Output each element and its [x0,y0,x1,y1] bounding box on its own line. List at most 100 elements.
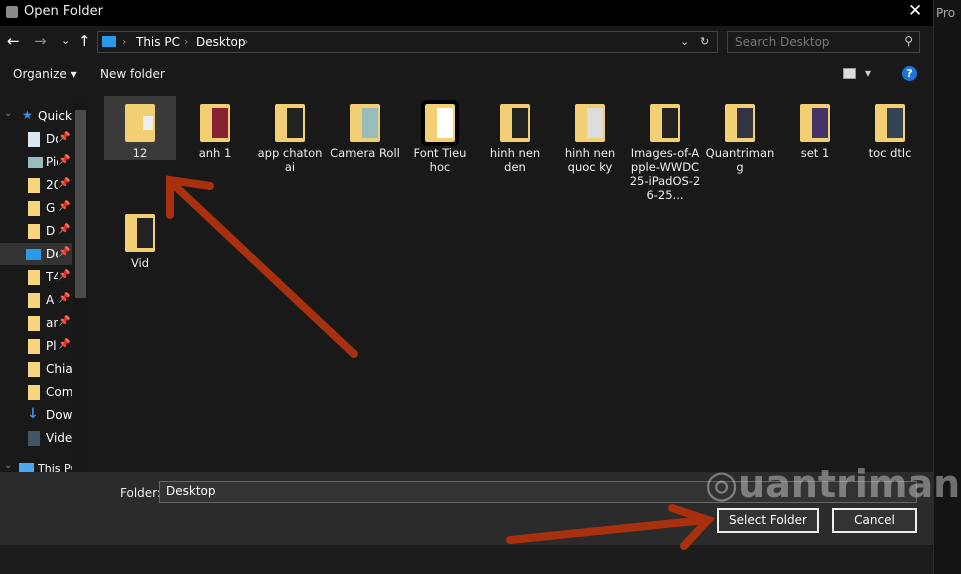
pin-icon: 📌 [58,316,71,327]
sidebar-scrollbar-thumb[interactable] [75,110,86,298]
folder-item[interactable]: app chaton ai [254,96,326,174]
pin-icon: 📌 [58,293,71,304]
sidebar-item-label: Chia [46,362,72,376]
sidebar-item-documents[interactable]: Documents📌 [0,128,72,150]
folder-name: Quantrimang [705,146,775,174]
folder-icon [421,100,459,146]
app-icon [6,6,18,18]
folder-name: app chaton ai [257,146,323,174]
back-button[interactable]: ← [7,32,20,50]
pin-icon: 📌 [58,247,71,258]
folder-item[interactable]: set 1 [779,96,851,160]
folder-name: 12 [132,146,148,160]
title-bar: Open Folder ✕ [0,0,933,26]
select-folder-button[interactable]: Select Folder [717,508,819,533]
up-button[interactable]: ↑ [78,32,91,50]
folder-item[interactable]: 12 [104,96,176,160]
sidebar-item-folder[interactable]: T4 📌 [0,266,72,288]
folder-icon [28,224,40,239]
search-placeholder: Search Desktop [735,35,830,49]
folder-icon [28,270,40,285]
view-options-icon[interactable] [843,68,856,79]
sidebar-item-folder[interactable]: Com [0,381,72,403]
sidebar-item-folder[interactable]: D 📌 [0,220,72,242]
organize-menu[interactable]: Organize ▾ [13,67,77,81]
address-bar[interactable]: › This PC › Desktop › ⌄ ↻ [97,31,718,53]
sidebar-item-videos[interactable]: Videos [0,427,72,449]
sidebar-item-label: Downloads [46,408,72,422]
folder-icon [875,104,905,142]
sidebar-item-label: Quick access [38,109,72,123]
sidebar-item-label: Com [46,385,72,399]
folder-icon [28,201,40,216]
breadcrumb-desktop[interactable]: Desktop [196,35,246,49]
sidebar-item-folder[interactable]: Pl 📌 [0,335,72,357]
folder-icon [350,104,380,142]
sidebar-item-label: Videos [46,431,72,445]
watermark-logo: ◎uantrimang [705,462,961,506]
view-dropdown-icon[interactable]: ▾ [865,66,871,80]
close-icon[interactable]: ✕ [908,1,922,21]
folder-icon [28,316,40,331]
chevron-right-icon: › [244,35,249,48]
search-input[interactable]: Search Desktop ⚲ [727,31,920,53]
sidebar-item-folder[interactable]: Chia [0,358,72,380]
sidebar-item-folder[interactable]: G 📌 [0,197,72,219]
sidebar-item-desktop[interactable]: Desktop📌 [0,243,72,265]
cancel-button[interactable]: Cancel [832,508,917,533]
recent-locations-button[interactable]: ⌄ [61,34,70,47]
document-icon [28,132,40,147]
folder-item[interactable]: Vid [104,206,176,270]
sidebar-item-downloads[interactable]: ↓ Downloads [0,404,72,426]
folder-item[interactable]: hinh nen quoc ky [554,96,626,174]
folder-icon [275,104,305,142]
pin-icon: 📌 [58,270,71,281]
sidebar-item-pictures[interactable]: Pictures📌 [0,151,72,173]
pin-icon: 📌 [58,132,71,143]
pin-icon: 📌 [58,224,71,235]
folder-icon [575,104,605,142]
window-title: Open Folder [24,4,104,19]
sidebar-item-folder[interactable]: an 📌 [0,312,72,334]
folder-icon [650,104,680,142]
forward-button[interactable]: → [34,32,47,50]
folder-item[interactable]: Quantrimang [704,96,776,174]
folder-icon [125,104,155,142]
sidebar-item-quick-access[interactable]: ⌄ ★ Quick access [0,105,72,127]
folder-name: Camera Roll [330,146,400,160]
chevron-down-icon[interactable]: ⌄ [4,108,12,119]
folder-item[interactable]: Camera Roll [329,96,401,160]
folder-icon [28,178,40,193]
folder-item[interactable]: hinh nen den [479,96,551,174]
search-icon[interactable]: ⚲ [904,34,913,48]
folder-name: Font Tieu hoc [413,146,467,174]
folder-icon [28,293,40,308]
pc-icon [102,36,116,47]
video-icon [28,431,40,446]
address-dropdown-icon[interactable]: ⌄ [680,35,689,48]
chevron-right-icon: › [184,35,189,48]
folder-item[interactable]: toc dtlc [854,96,926,160]
sidebar-item-folder[interactable]: A 📌 [0,289,72,311]
folder-item[interactable]: anh 1 [179,96,251,160]
sidebar-item-folder[interactable]: 2020📌 [0,174,72,196]
download-icon: ↓ [27,406,39,422]
background-app-title: Pro [936,6,956,20]
desktop-icon [26,249,41,260]
watermark-text: uantrimang [738,462,961,506]
folder-name: Vid [130,256,150,270]
folder-item[interactable]: Images-of-Apple-WWDC25-iPadOS-26-25... [629,96,701,202]
folder-icon [800,104,830,142]
picture-icon [28,157,43,168]
chevron-down-icon[interactable]: ⌄ [4,460,12,471]
folder-icon [200,104,230,142]
pin-icon: 📌 [58,178,71,189]
help-icon[interactable]: ? [902,66,917,81]
folder-item[interactable]: Font Tieu hoc [404,96,476,174]
pin-icon: 📌 [58,201,71,212]
pin-icon: 📌 [58,339,71,350]
refresh-icon[interactable]: ↻ [700,35,709,48]
breadcrumb-this-pc[interactable]: This PC [136,35,180,49]
new-folder-button[interactable]: New folder [100,67,165,81]
folder-name: hinh nen quoc ky [564,146,616,174]
